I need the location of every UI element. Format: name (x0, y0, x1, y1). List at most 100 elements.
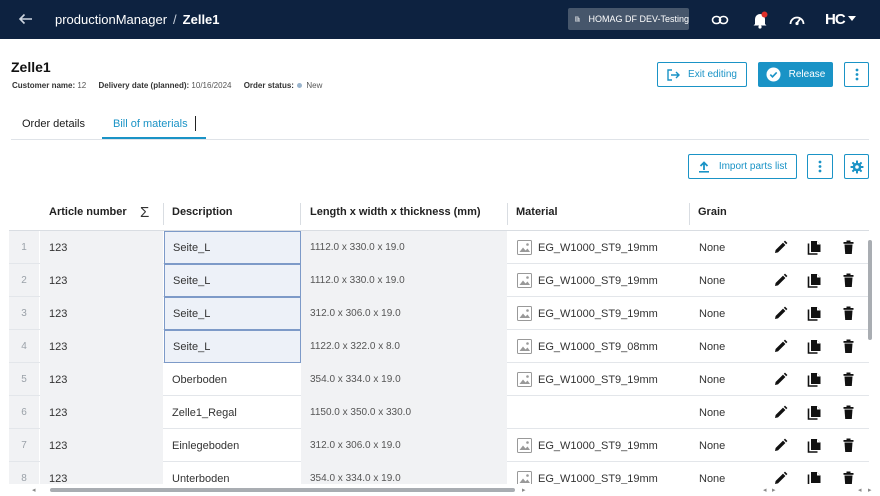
sum-icon[interactable]: Σ (140, 204, 149, 221)
tenant-selector[interactable]: HOMAG DF DEV-Testing (568, 8, 689, 30)
description-cell[interactable]: Einlegeboden (164, 429, 301, 462)
edit-pencil-icon[interactable] (773, 306, 788, 321)
link-icon[interactable] (711, 11, 729, 29)
grain-cell[interactable]: None (690, 396, 760, 429)
delete-trash-icon[interactable] (841, 306, 856, 321)
description-cell[interactable]: Seite_L (164, 264, 301, 297)
column-header-material[interactable]: Material (516, 206, 558, 218)
tab-bill-of-materials[interactable]: Bill of materials (113, 118, 188, 130)
horizontal-scroll-thumb[interactable] (50, 488, 515, 492)
article-number-cell[interactable]: 123 (40, 231, 163, 264)
more-options-button[interactable] (844, 62, 869, 87)
column-header-dimensions[interactable]: Length x width x thickness (mm) (310, 206, 481, 218)
grain-cell[interactable]: None (690, 363, 760, 396)
description-cell[interactable]: Oberboden (164, 363, 301, 396)
material-cell[interactable]: EG_W1000_ST9_19mm (507, 231, 689, 264)
article-number-cell[interactable]: 123 (40, 396, 163, 429)
active-tab-indicator (102, 137, 206, 139)
delete-trash-icon[interactable] (841, 273, 856, 288)
breadcrumb-app[interactable]: productionManager (55, 12, 167, 27)
delete-trash-icon[interactable] (841, 240, 856, 255)
scroll-right-arrow-icon[interactable]: ▸ (868, 486, 872, 494)
edit-pencil-icon[interactable] (773, 372, 788, 387)
copy-icon[interactable] (807, 306, 822, 321)
image-placeholder-icon (517, 438, 532, 453)
scroll-left-arrow-icon[interactable]: ◂ (32, 486, 36, 494)
copy-icon[interactable] (807, 339, 822, 354)
grain-cell[interactable]: None (690, 429, 760, 462)
scroll-left-arrow-icon[interactable]: ◂ (763, 486, 767, 494)
column-divider[interactable] (689, 203, 690, 225)
exit-editing-button[interactable]: Exit editing (657, 62, 747, 87)
column-divider[interactable] (163, 203, 164, 225)
scroll-right-arrow-icon[interactable]: ▸ (522, 486, 526, 494)
vertical-scroll-thumb[interactable] (868, 240, 872, 340)
delete-trash-icon[interactable] (841, 405, 856, 420)
material-cell[interactable]: EG_W1000_ST9_19mm (507, 264, 689, 297)
article-number-cell[interactable]: 123 (40, 429, 163, 462)
grain-cell[interactable]: None (690, 297, 760, 330)
tab-order-details[interactable]: Order details (22, 118, 85, 130)
dimensions-cell[interactable]: 312.0 x 306.0 x 19.0 (301, 429, 507, 462)
dimensions-cell[interactable]: 1112.0 x 330.0 x 19.0 (301, 231, 507, 264)
table-row[interactable]: 4 123 Seite_L 1122.0 x 322.0 x 8.0 EG_W1000_… (9, 330, 869, 363)
dimensions-cell[interactable]: 312.0 x 306.0 x 19.0 (301, 297, 507, 330)
description-cell[interactable]: Seite_L (164, 297, 301, 330)
article-number-cell[interactable]: 123 (40, 297, 163, 330)
copy-icon[interactable] (807, 405, 822, 420)
edit-pencil-icon[interactable] (773, 273, 788, 288)
image-placeholder-icon (517, 306, 532, 321)
edit-pencil-icon[interactable] (773, 339, 788, 354)
delete-trash-icon[interactable] (841, 372, 856, 387)
edit-pencil-icon[interactable] (773, 405, 788, 420)
copy-icon[interactable] (807, 273, 822, 288)
material-cell[interactable]: EG_W1000_ST9_19mm (507, 429, 689, 462)
speedometer-icon[interactable] (788, 11, 806, 29)
back-arrow-icon[interactable] (16, 10, 34, 28)
table-row[interactable]: 7 123 Einlegeboden 312.0 x 306.0 x 19.0 EG_W… (9, 429, 869, 462)
grain-cell[interactable]: None (690, 231, 760, 264)
edit-pencil-icon[interactable] (773, 240, 788, 255)
release-button[interactable]: Release (758, 62, 833, 87)
table-settings-button[interactable] (844, 154, 869, 179)
edit-pencil-icon[interactable] (773, 438, 788, 453)
description-cell[interactable]: Zelle1_Regal (164, 396, 301, 429)
column-divider[interactable] (507, 203, 508, 225)
article-number-cell[interactable]: 123 (40, 363, 163, 396)
material-cell[interactable]: EG_W1000_ST9_19mm (507, 297, 689, 330)
column-header-description[interactable]: Description (172, 206, 233, 218)
scroll-right-arrow-icon[interactable]: ▸ (772, 486, 776, 494)
material-cell[interactable]: EG_W1000_ST9_19mm (507, 363, 689, 396)
brand-logo[interactable]: HC (825, 11, 846, 28)
grain-cell[interactable]: None (690, 264, 760, 297)
copy-icon[interactable] (807, 240, 822, 255)
dimensions-cell[interactable]: 1150.0 x 350.0 x 330.0 (301, 396, 507, 429)
material-cell[interactable]: EG_W1000_ST9_08mm (507, 330, 689, 363)
description-cell[interactable]: Seite_L (164, 330, 301, 363)
column-header-grain[interactable]: Grain (698, 206, 727, 218)
dimensions-cell[interactable]: 354.0 x 334.0 x 19.0 (301, 363, 507, 396)
table-row[interactable]: 5 123 Oberboden 354.0 x 334.0 x 19.0 EG_W100… (9, 363, 869, 396)
dimensions-cell[interactable]: 1122.0 x 322.0 x 8.0 (301, 330, 507, 363)
import-parts-list-button[interactable]: Import parts list (688, 154, 797, 179)
table-row[interactable]: 1 123 Seite_L 1112.0 x 330.0 x 19.0 EG_W1000… (9, 231, 869, 264)
grain-cell[interactable]: None (690, 330, 760, 363)
delete-trash-icon[interactable] (841, 438, 856, 453)
column-header-article-number[interactable]: Article number (49, 206, 127, 218)
copy-icon[interactable] (807, 438, 822, 453)
delete-trash-icon[interactable] (841, 339, 856, 354)
notification-bell-icon[interactable] (751, 11, 769, 29)
article-number-cell[interactable]: 123 (40, 264, 163, 297)
table-options-button[interactable] (807, 154, 833, 179)
table-row[interactable]: 2 123 Seite_L 1112.0 x 330.0 x 19.0 EG_W1000… (9, 264, 869, 297)
article-number-cell[interactable]: 123 (40, 330, 163, 363)
copy-icon[interactable] (807, 372, 822, 387)
description-cell[interactable]: Seite_L (164, 231, 301, 264)
scroll-left-arrow-icon[interactable]: ◂ (858, 486, 862, 494)
table-row[interactable]: 6 123 Zelle1_Regal 1150.0 x 350.0 x 330.0 No… (9, 396, 869, 429)
table-row[interactable]: 3 123 Seite_L 312.0 x 306.0 x 19.0 EG_W1000_… (9, 297, 869, 330)
column-divider[interactable] (300, 203, 301, 225)
chevron-down-icon[interactable] (848, 16, 856, 22)
dimensions-cell[interactable]: 1112.0 x 330.0 x 19.0 (301, 264, 507, 297)
material-cell[interactable] (507, 396, 689, 429)
